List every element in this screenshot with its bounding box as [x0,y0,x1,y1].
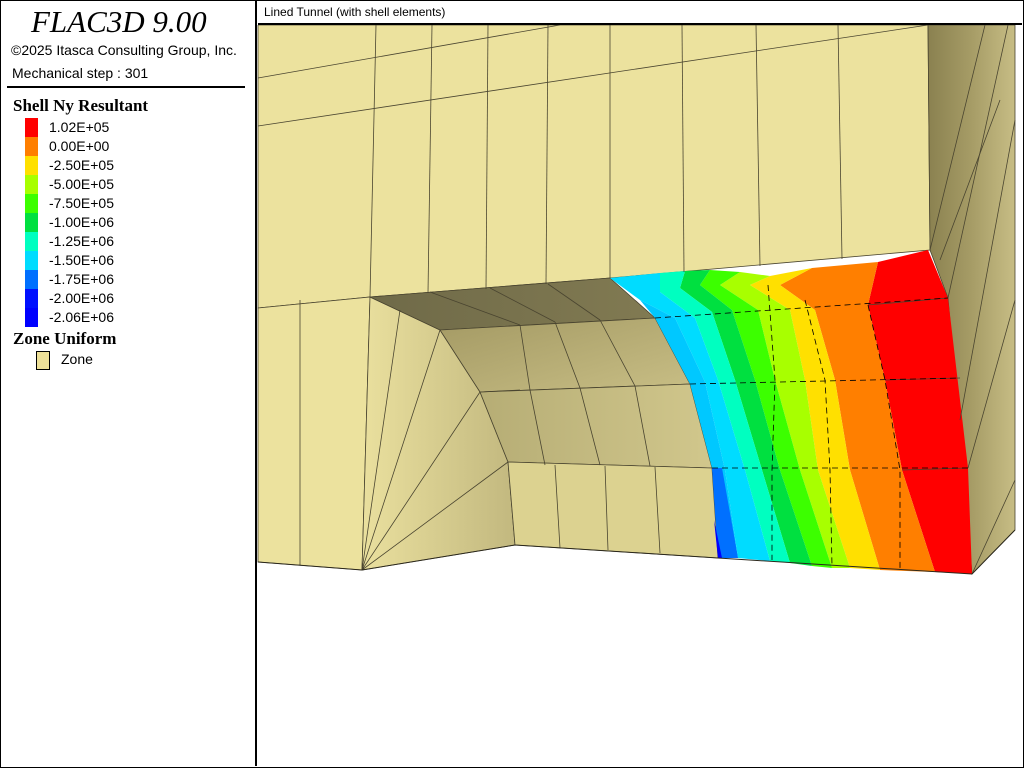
legend-value: -1.00E+06 [49,214,114,230]
legend-value: -7.50E+05 [49,195,114,211]
zone-legend-label: Zone [61,351,93,367]
legend-swatch [25,118,38,137]
legend-swatch [25,251,38,270]
legend-swatch [25,232,38,251]
copyright-text: ©2025 Itasca Consulting Group, Inc. [11,42,237,58]
legend-swatch [25,175,38,194]
legend-value: -1.75E+06 [49,271,114,287]
zone-legend-title: Zone Uniform [13,329,117,348]
shell-legend-title: Shell Ny Resultant [13,96,149,115]
legend-swatch [25,194,38,213]
legend-swatch [25,137,38,156]
mechanical-step-label: Mechanical step : 301 [12,65,149,81]
zone-swatch [36,351,50,370]
legend-value: -2.00E+06 [49,290,114,306]
legend-value: -2.06E+06 [49,309,114,325]
legend-swatch [25,213,38,232]
model-viewport[interactable] [257,24,1022,766]
legend-swatch [25,270,38,289]
view-title-bar: Lined Tunnel (with shell elements) [258,1,1022,25]
app-title: FLAC3D 9.00 [31,4,207,39]
legend-value: -1.50E+06 [49,252,114,268]
zone-upper-face [257,24,931,309]
legend-value: 1.02E+05 [49,119,110,135]
legend-separator [7,86,245,88]
legend-value: -1.25E+06 [49,233,114,249]
legend-swatch [25,308,38,327]
tunnel-face [507,461,719,559]
model-plot[interactable] [257,24,1022,766]
tunnel-arch-wall [439,317,691,393]
legend-value: -2.50E+05 [49,157,114,173]
legend-swatch [25,289,38,308]
legend-swatch [25,156,38,175]
view-title: Lined Tunnel (with shell elements) [264,5,446,19]
legend-value: -5.00E+05 [49,176,114,192]
zone-left-lower-face [257,296,371,571]
tunnel-arch-wall-lower [479,383,713,469]
legend-panel: FLAC3D 9.00 ©2025 Itasca Consulting Grou… [1,1,257,766]
legend-value: 0.00E+00 [49,138,110,154]
